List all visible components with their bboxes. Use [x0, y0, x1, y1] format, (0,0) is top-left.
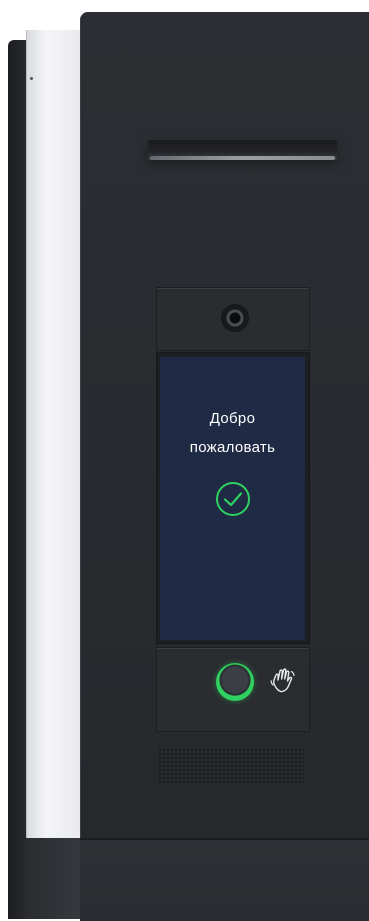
check-circle-icon	[214, 480, 252, 518]
side-screw	[30, 77, 33, 80]
pillar-base	[80, 838, 369, 921]
intercom-terminal: Добро пожаловать	[0, 0, 369, 921]
greeting-line-1: Добро	[209, 410, 256, 427]
light-bar-glow	[150, 156, 335, 160]
access-button[interactable]	[216, 663, 254, 701]
pillar-side-panel	[26, 30, 81, 840]
speaker-grille	[158, 748, 304, 784]
greeting-line-2: пожаловать	[189, 439, 276, 456]
pillar-side-base	[26, 838, 80, 919]
hand-wave-icon	[268, 665, 298, 695]
display-screen: Добро пожаловать	[160, 357, 305, 640]
camera-lens-icon	[222, 305, 248, 331]
